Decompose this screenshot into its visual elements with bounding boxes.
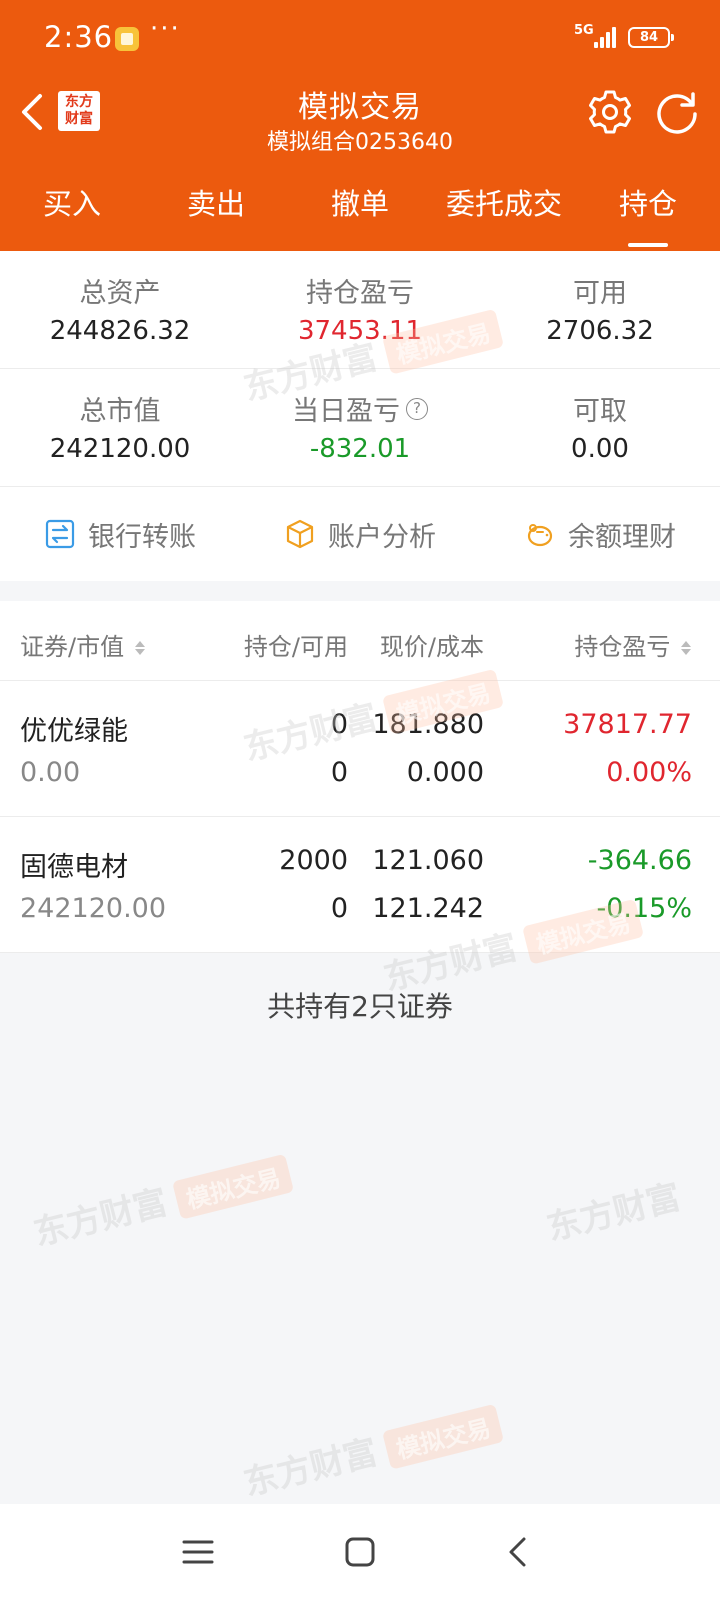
app-header: 2:36 ··· 5G 84 东方 财富 模拟交易 模拟组合0253640 买入… [0,0,720,251]
sort-pnl[interactable]: 持仓盈亏 [574,627,692,662]
refresh-button[interactable] [652,88,702,136]
system-nav-bar [0,1504,720,1600]
account-analysis-button[interactable]: 账户分析 [240,487,480,581]
total-assets: 总资产 244826.32 [49,278,191,346]
row-pnl-pct: -0.15% [596,893,692,924]
withdrawable-funds: 可取 0.00 [571,396,629,464]
sort-security[interactable]: 证券/市值 [20,627,146,662]
network-type: 5G [574,23,594,38]
position-qty: 2000 [279,845,348,876]
sort-icon [681,641,691,655]
balance-finance-button[interactable]: 余额理财 [480,487,720,581]
status-time: 2:36 [44,20,114,54]
security-market-value: 242120.00 [20,893,167,924]
security-market-value: 0.00 [20,757,81,788]
cost-price: 121.242 [372,893,484,924]
position-qty: 0 [330,709,348,740]
trade-tabs: 买入 卖出 撤单 委托成交 持仓 [0,176,720,251]
available-qty: 0 [330,893,348,924]
row-pnl-pct: 0.00% [606,757,692,788]
more-notifications-icon: ··· [150,14,181,44]
watermark: 东方财富 模拟交易 [28,1144,295,1255]
daily-pnl[interactable]: 当日盈亏 ? -832.01 [240,369,480,486]
piggy-bank-icon [527,524,553,547]
current-price: 121.060 [372,845,484,876]
tab-sell[interactable]: 卖出 [144,176,288,251]
holdings-count: 共持有2只证券 [267,990,453,1023]
account-summary: 总资产 244826.32 持仓盈亏 37453.11 可用 2706.32 总… [0,251,720,581]
tab-positions[interactable]: 持仓 [576,176,720,251]
tab-orders-trades[interactable]: 委托成交 [432,176,576,251]
help-icon[interactable]: ? [406,397,428,420]
watermark: 东方财富 模拟交易 [238,1394,505,1505]
tab-cancel-order[interactable]: 撤单 [288,176,432,251]
watermark: 东方财富 [543,1177,685,1249]
bank-transfer-button[interactable]: 银行转账 [0,487,240,581]
settings-button[interactable] [586,88,634,136]
cost-price: 0.000 [406,757,484,788]
security-name: 固德电材 [20,852,128,883]
gear-icon [589,90,631,134]
position-pnl: 持仓盈亏 37453.11 [297,278,423,346]
available-funds: 可用 2706.32 [546,278,654,346]
available-qty: 0 [330,757,348,788]
battery-icon: 84 [628,27,674,48]
current-price: 181.880 [372,709,484,740]
positions-table: 证券/市值 持仓/可用 现价/成本 持仓盈亏 优优绿能 0.00 0 0 181… [0,601,720,953]
summary-row: 总资产 244826.32 持仓盈亏 37453.11 可用 2706.32 [0,251,720,369]
recent-apps-button[interactable] [180,1534,216,1570]
home-button[interactable] [342,1534,378,1570]
system-back-button[interactable] [500,1534,536,1570]
table-header: 证券/市值 持仓/可用 现价/成本 持仓盈亏 [0,601,720,681]
cube-icon [286,519,314,549]
quick-actions: 银行转账 账户分析 余额理财 [0,487,720,581]
status-bar: 2:36 ··· 5G 84 [0,0,720,76]
back-chevron-icon [509,1537,526,1567]
bank-transfer-icon [45,519,75,549]
total-market-value: 总市值 242120.00 [49,396,191,464]
refresh-icon [657,92,697,134]
sort-icon [134,641,145,655]
summary-row: 总市值 242120.00 当日盈亏 ? -832.01 可取 0.00 [0,369,720,487]
notification-app-icon [115,27,139,51]
header-position: 持仓/可用 [243,633,348,661]
row-pnl: 37817.77 [563,709,692,740]
row-pnl: -364.66 [587,845,692,876]
tab-buy[interactable]: 买入 [0,176,144,251]
home-square-icon [345,1537,375,1567]
header-price: 现价/成本 [379,633,484,661]
menu-icon [182,1540,214,1564]
security-name: 优优绿能 [20,716,128,747]
signal-icon [594,26,620,48]
table-row[interactable]: 优优绿能 0.00 0 0 181.880 0.000 37817.77 0.0… [0,681,720,817]
table-row[interactable]: 固德电材 242120.00 2000 0 121.060 121.242 -3… [0,817,720,953]
